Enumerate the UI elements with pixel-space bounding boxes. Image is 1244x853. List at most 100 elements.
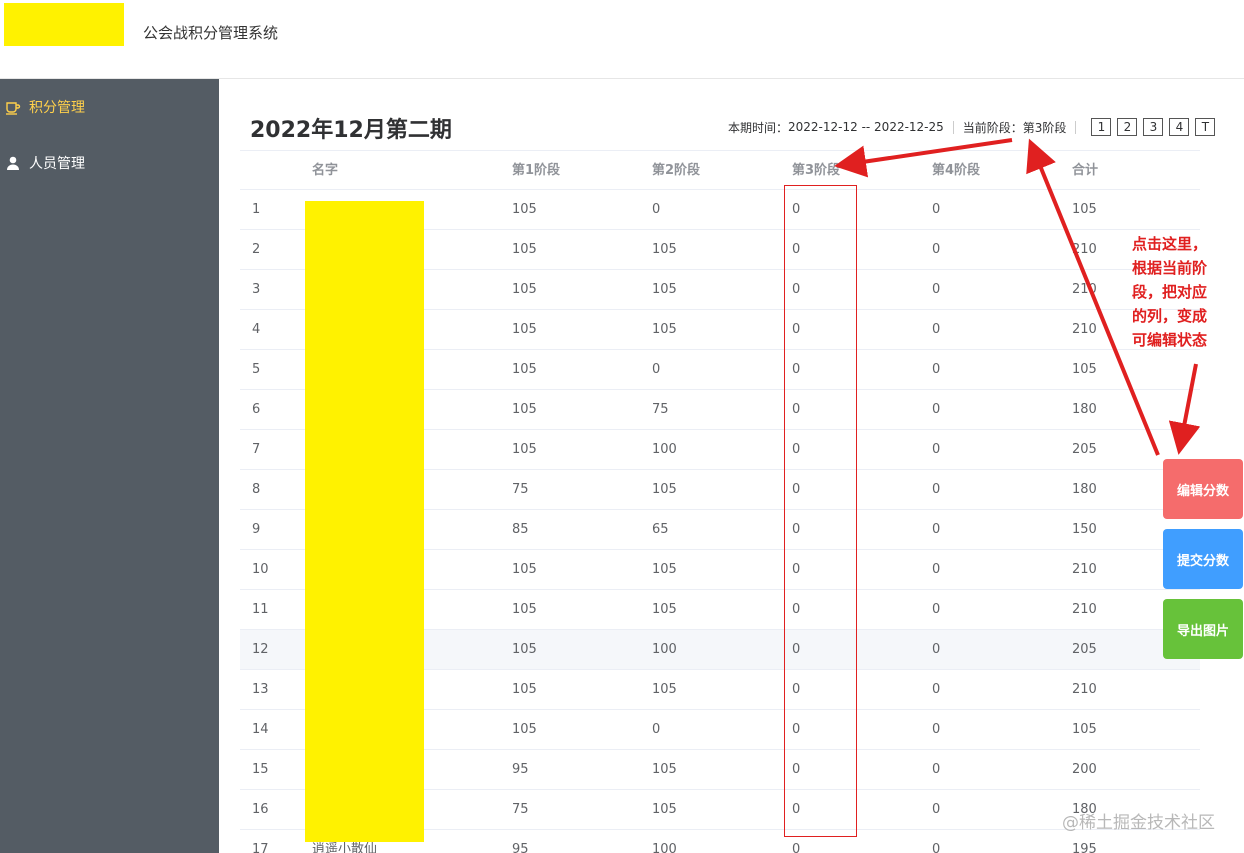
total-score: 210 xyxy=(1072,562,1097,577)
stage-3-score: 0 xyxy=(792,402,801,417)
stage-2-score: 100 xyxy=(652,642,677,657)
stage-2-score: 105 xyxy=(652,242,677,257)
column-header-stage-4: 第4阶段 xyxy=(932,163,981,178)
stage-3-score: 0 xyxy=(792,562,801,577)
total-score: 200 xyxy=(1072,762,1097,777)
column-header-stage-2: 第2阶段 xyxy=(652,163,701,178)
stage-button-total[interactable]: T xyxy=(1195,118,1216,136)
column-header-total: 合计 xyxy=(1072,163,1099,178)
stage-2-score: 105 xyxy=(652,602,677,617)
total-score: 180 xyxy=(1072,402,1097,417)
stage-button-3[interactable]: 3 xyxy=(1143,118,1164,136)
stage-1-score: 95 xyxy=(512,762,529,777)
stage-button-4[interactable]: 4 xyxy=(1169,118,1190,136)
stage-4-score: 0 xyxy=(932,482,941,497)
stage-1-score: 105 xyxy=(512,722,537,737)
row-index: 7 xyxy=(252,442,261,457)
stage-3-score: 0 xyxy=(792,682,801,697)
stage-2-score: 0 xyxy=(652,202,661,217)
stage-4-score: 0 xyxy=(932,202,941,217)
stage-button-1[interactable]: 1 xyxy=(1091,118,1112,136)
stage-2-score: 105 xyxy=(652,282,677,297)
row-index: 14 xyxy=(252,722,269,737)
row-index: 17 xyxy=(252,842,269,853)
total-score: 105 xyxy=(1072,722,1097,737)
stage-4-score: 0 xyxy=(932,802,941,817)
stage-4-score: 0 xyxy=(932,602,941,617)
total-score: 205 xyxy=(1072,642,1097,657)
stage-2-score: 100 xyxy=(652,442,677,457)
stage-1-score: 105 xyxy=(512,402,537,417)
logo xyxy=(4,3,124,46)
total-score: 150 xyxy=(1072,522,1097,537)
row-index: 6 xyxy=(252,402,261,417)
export-image-button[interactable]: 导出图片 xyxy=(1163,599,1243,659)
period-time-value: 2022-12-12 -- 2022-12-25 xyxy=(788,120,944,134)
watermark: @稀土掘金技术社区 xyxy=(1062,813,1215,833)
table-header: 名字 第1阶段 第2阶段 第3阶段 第4阶段 合计 xyxy=(240,150,1200,190)
stage-4-score: 0 xyxy=(932,322,941,337)
stage-3-score: 0 xyxy=(792,802,801,817)
stage-2-score: 75 xyxy=(652,402,669,417)
row-index: 12 xyxy=(252,642,269,657)
cup-icon xyxy=(5,99,21,115)
stage-1-score: 85 xyxy=(512,522,529,537)
row-index: 4 xyxy=(252,322,261,337)
stage-4-score: 0 xyxy=(932,842,941,853)
sidebar-item-score-management[interactable]: 积分管理 xyxy=(0,79,219,135)
user-icon xyxy=(5,155,21,171)
row-index: 9 xyxy=(252,522,261,537)
stage-1-score: 105 xyxy=(512,682,537,697)
stage-1-score: 105 xyxy=(512,442,537,457)
total-score: 105 xyxy=(1072,202,1097,217)
annotation-note: 点击这里，根据当前阶段，把对应的列，变成可编辑状态 xyxy=(1132,235,1208,349)
stage-4-score: 0 xyxy=(932,442,941,457)
divider xyxy=(1075,120,1077,134)
row-index: 15 xyxy=(252,762,269,777)
period-time-label: 本期时间： xyxy=(728,120,789,135)
submit-score-button[interactable]: 提交分数 xyxy=(1163,529,1243,589)
stage-1-score: 105 xyxy=(512,282,537,297)
total-score: 210 xyxy=(1072,602,1097,617)
stage-1-score: 75 xyxy=(512,802,529,817)
stage-3-score: 0 xyxy=(792,362,801,377)
stage-3-score: 0 xyxy=(792,202,801,217)
stage-button-2[interactable]: 2 xyxy=(1117,118,1138,136)
page-title: 2022年12月第二期 xyxy=(250,118,452,143)
stage-4-score: 0 xyxy=(932,242,941,257)
total-score: 210 xyxy=(1072,682,1097,697)
stage-1-score: 95 xyxy=(512,842,529,853)
row-index: 3 xyxy=(252,282,261,297)
stage-3-score: 0 xyxy=(792,282,801,297)
sidebar-item-member-management[interactable]: 人员管理 xyxy=(0,135,219,191)
total-score: 210 xyxy=(1072,242,1097,257)
current-stage-label: 当前阶段： xyxy=(962,120,1023,135)
total-score: 210 xyxy=(1072,322,1097,337)
row-index: 13 xyxy=(252,682,269,697)
stage-1-score: 105 xyxy=(512,322,537,337)
stage-1-score: 105 xyxy=(512,242,537,257)
column-header-stage-3: 第3阶段 xyxy=(792,163,841,178)
row-index: 11 xyxy=(252,602,269,617)
stage-4-score: 0 xyxy=(932,362,941,377)
stage-4-score: 0 xyxy=(932,522,941,537)
current-stage-value: 第3阶段 xyxy=(1022,120,1067,135)
total-score: 205 xyxy=(1072,442,1097,457)
sidebar-item-label: 积分管理 xyxy=(29,100,85,116)
stage-3-score: 0 xyxy=(792,642,801,657)
stage-3-score: 0 xyxy=(792,482,801,497)
app-header: 公会战积分管理系统 xyxy=(0,0,1244,79)
total-score: 195 xyxy=(1072,842,1097,853)
row-index: 2 xyxy=(252,242,261,257)
stage-1-score: 105 xyxy=(512,202,537,217)
stage-1-score: 105 xyxy=(512,642,537,657)
stage-4-score: 0 xyxy=(932,642,941,657)
edit-score-button[interactable]: 编辑分数 xyxy=(1163,459,1243,519)
stage-2-score: 105 xyxy=(652,762,677,777)
stage-3-score: 0 xyxy=(792,842,801,853)
app-title: 公会战积分管理系统 xyxy=(143,24,279,42)
stage-2-score: 105 xyxy=(652,802,677,817)
stage-3-score: 0 xyxy=(792,322,801,337)
stage-1-score: 105 xyxy=(512,362,537,377)
stage-4-score: 0 xyxy=(932,282,941,297)
